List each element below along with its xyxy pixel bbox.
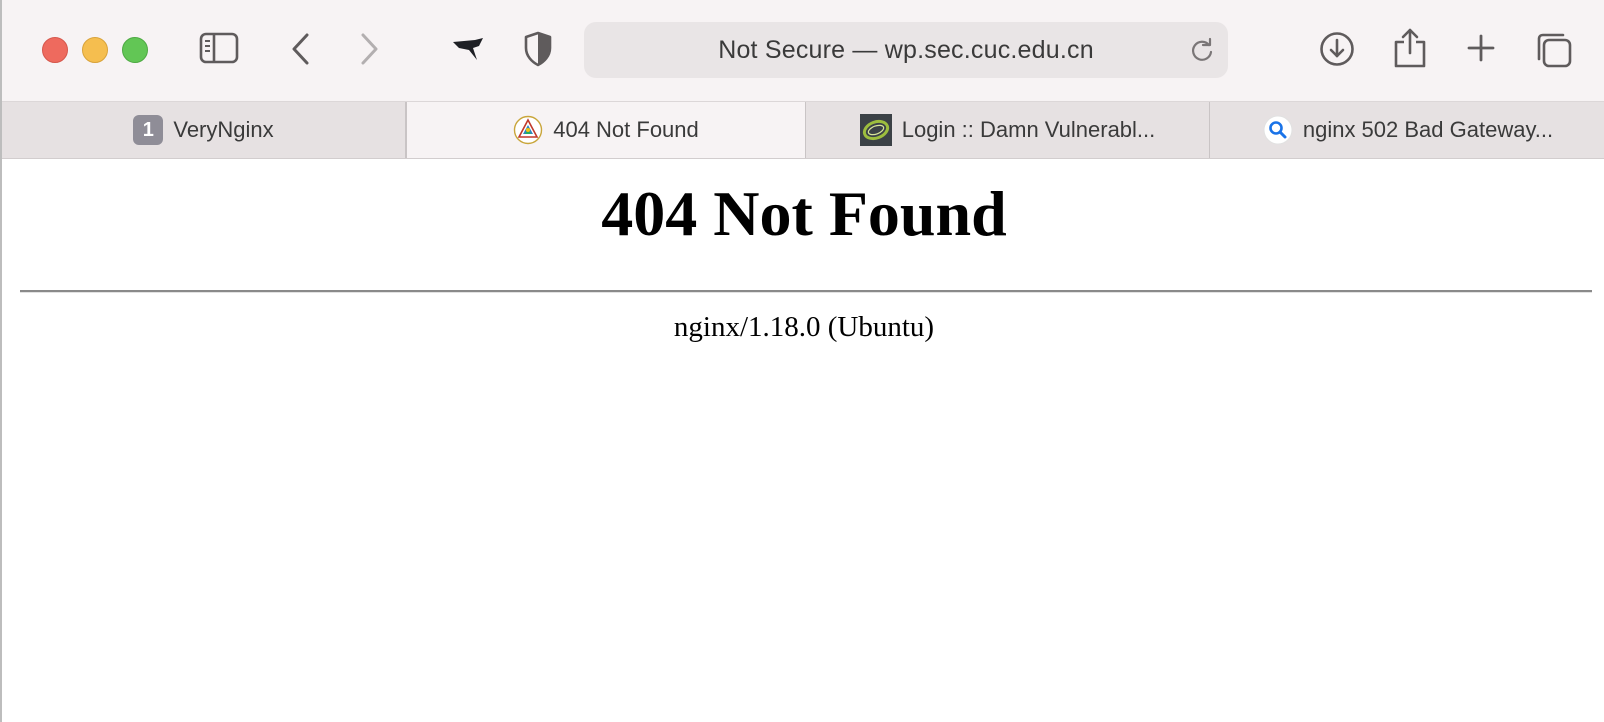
horizontal-rule: [20, 290, 1592, 293]
tab-label: VeryNginx: [173, 117, 274, 142]
shield-icon: [524, 31, 552, 67]
reload-button[interactable]: [1188, 36, 1216, 64]
new-tab-button[interactable]: [1465, 32, 1497, 64]
tab-label: nginx 502 Bad Gateway...: [1302, 117, 1554, 142]
privacy-report-button[interactable]: [522, 30, 554, 68]
share-icon: [1394, 28, 1426, 68]
tab-bar: 1 VeryNginx 404 Not Found Login:: Damn …: [2, 102, 1604, 159]
browser-window: Not Secure — wp.sec.cuc.edu.cn 1 VeryNgi…: [0, 0, 1604, 722]
server-signature: nginx/1.18.0 (Ubuntu): [673, 311, 935, 343]
sidebar-toggle-button[interactable]: [198, 30, 240, 66]
close-window-button[interactable]: [42, 37, 68, 63]
dvwa-logo-icon: [859, 114, 892, 146]
back-button[interactable]: [286, 30, 314, 68]
tab-dvwa-login[interactable]: Login :: Damn Vulnerabl...: [806, 102, 1210, 158]
address-bar[interactable]: Not Secure — wp.sec.cuc.edu.cn: [584, 22, 1228, 78]
bird-extension-icon: [453, 38, 483, 60]
page-content: 404 Not Found nginx/1.18.0 (Ubuntu): [2, 159, 1604, 722]
tab-overview-icon: [1537, 33, 1572, 68]
extension-button[interactable]: [450, 32, 486, 66]
one-password-badge-icon: 1: [133, 115, 164, 145]
minimize-window-button[interactable]: [82, 37, 108, 63]
sidebar-icon: [199, 32, 239, 64]
reload-icon: [1191, 37, 1213, 61]
share-button[interactable]: [1392, 26, 1428, 70]
address-bar-text: Not Secure — wp.sec.cuc.edu.cn: [718, 35, 1094, 64]
plus-icon: [1467, 34, 1495, 62]
university-logo-icon: [513, 115, 543, 145]
chevron-left-icon: [292, 33, 309, 65]
forward-button[interactable]: [356, 30, 384, 68]
tab-verynginx[interactable]: 1 VeryNginx: [2, 102, 406, 158]
toolbar: Not Secure — wp.sec.cuc.edu.cn: [2, 0, 1604, 102]
page-title: 404 Not Found: [601, 178, 1007, 249]
tab-overview-button[interactable]: [1534, 30, 1574, 70]
downloads-button[interactable]: [1318, 30, 1356, 68]
search-icon: [1263, 115, 1293, 145]
tab-404-not-found[interactable]: 404 Not Found: [406, 102, 806, 158]
tab-label: Login :: Damn Vulnerabl...: [901, 117, 1156, 142]
tab-label: 404 Not Found: [553, 117, 699, 142]
zoom-window-button[interactable]: [122, 37, 148, 63]
chevron-right-icon: [361, 33, 378, 65]
download-icon: [1320, 32, 1354, 66]
tab-search-nginx-502[interactable]: nginx 502 Bad Gateway...: [1210, 102, 1604, 158]
